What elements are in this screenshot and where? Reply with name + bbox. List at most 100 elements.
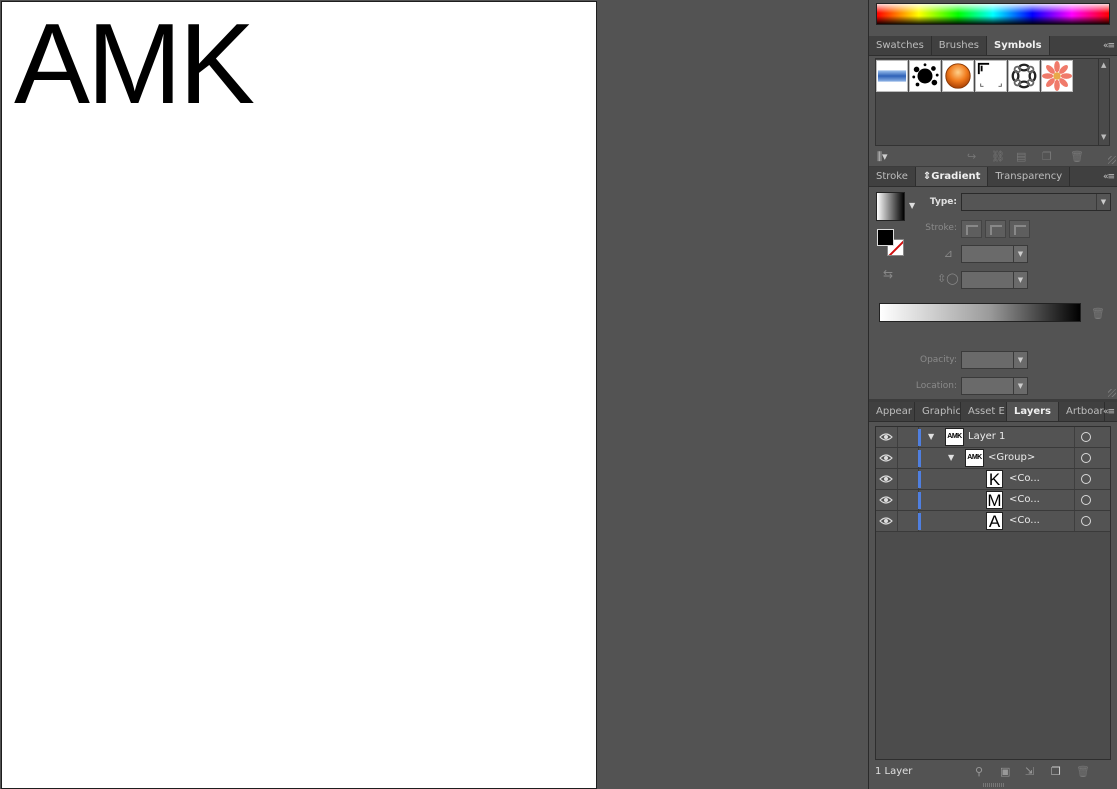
gradient-type-dropdown[interactable]: ▼ — [961, 193, 1111, 211]
layer-name[interactable]: <Group> — [988, 452, 1035, 463]
panel-menu-icon[interactable]: «≡ — [1103, 172, 1115, 182]
lock-toggle[interactable] — [897, 469, 919, 489]
tab-appearance[interactable]: Appear — [869, 402, 915, 421]
place-symbol-instance-icon[interactable]: ↪ — [967, 150, 976, 163]
layer-row-compound-k[interactable]: K <Co... — [876, 469, 1110, 490]
layer-thumbnail: AMK — [965, 449, 984, 467]
tab-stroke[interactable]: Stroke — [869, 167, 916, 186]
tab-swatches[interactable]: Swatches — [869, 36, 932, 55]
layers-footer: 1 Layer ⚲ ▣ ⇲ ❐ 🗑 — [869, 762, 1117, 782]
reverse-gradient-icon[interactable]: ⇆ — [883, 267, 893, 281]
new-layer-icon[interactable]: ❐ — [1051, 765, 1061, 778]
location-field[interactable]: ▼ — [961, 377, 1028, 395]
break-link-icon[interactable]: ⛓ — [991, 150, 1005, 163]
eye-icon[interactable] — [879, 453, 893, 463]
tab-artboards[interactable]: Artboar — [1059, 402, 1105, 421]
create-sublayer-icon[interactable]: ⇲ — [1025, 765, 1034, 778]
pasteboard[interactable] — [598, 0, 868, 789]
symbol-pink-flower[interactable] — [1041, 60, 1073, 92]
lock-toggle[interactable] — [897, 448, 919, 468]
lock-toggle[interactable] — [897, 511, 919, 531]
layer-thumbnail: M — [986, 491, 1003, 509]
color-spectrum-bar[interactable] — [876, 3, 1110, 25]
symbol-chain-ring[interactable] — [1008, 60, 1040, 92]
tab-gradient-label: Gradient — [931, 171, 981, 182]
panel-menu-icon[interactable]: «≡ — [1103, 41, 1115, 51]
panel-menu-icon[interactable]: «≡ — [1103, 407, 1115, 417]
gradient-thumbnail[interactable] — [876, 192, 905, 221]
stroke-apply-along-button[interactable] — [985, 220, 1006, 238]
layer-name[interactable]: <Co... — [1009, 494, 1040, 505]
resize-grip-icon[interactable] — [1108, 389, 1116, 397]
angle-icon: ⊿ — [943, 247, 953, 260]
target-circle-icon[interactable] — [1081, 453, 1091, 463]
eye-icon[interactable] — [879, 495, 893, 505]
eye-icon[interactable] — [879, 432, 893, 442]
tab-brushes[interactable]: Brushes — [932, 36, 988, 55]
layer-color-indicator — [918, 513, 921, 530]
gradient-slider[interactable] — [879, 303, 1081, 322]
symbols-scrollbar[interactable]: ▲ ▼ — [1098, 59, 1109, 145]
tab-asset-export[interactable]: Asset E — [961, 402, 1007, 421]
symbol-blue-banner[interactable] — [876, 60, 908, 92]
expand-triangle-icon[interactable]: ▼ — [928, 432, 934, 441]
opacity-field[interactable]: ▼ — [961, 351, 1028, 369]
panel-resize-handle[interactable] — [983, 783, 1005, 787]
scroll-down-arrow-icon[interactable]: ▼ — [1101, 133, 1106, 141]
symbol-orange-button[interactable] — [942, 60, 974, 92]
locate-object-icon[interactable]: ⚲ — [975, 765, 983, 778]
aspect-ratio-field[interactable]: ▼ — [961, 271, 1028, 289]
tab-graphic-styles[interactable]: Graphic — [915, 402, 961, 421]
resize-grip-icon[interactable] — [1108, 156, 1116, 164]
new-symbol-icon[interactable]: ❐ — [1042, 150, 1052, 163]
aspect-ratio-icon: ⇳◯ — [937, 272, 959, 285]
symbol-libraries-menu-icon[interactable]: ⫼▾ — [877, 150, 888, 164]
layer-row-compound-a[interactable]: A <Co... — [876, 511, 1110, 532]
lock-toggle[interactable] — [897, 490, 919, 510]
layer-name[interactable]: <Co... — [1009, 473, 1040, 484]
expand-triangle-icon[interactable]: ▼ — [948, 453, 954, 462]
target-column-divider — [1074, 511, 1075, 531]
tab-symbols[interactable]: Symbols — [987, 36, 1050, 55]
location-label: Location: — [915, 381, 957, 391]
delete-layer-icon[interactable]: 🗑 — [1076, 765, 1090, 778]
layer-name[interactable]: <Co... — [1009, 515, 1040, 526]
layer-count: 1 Layer — [875, 766, 913, 777]
tab-transparency[interactable]: Transparency — [988, 167, 1071, 186]
layer-row-compound-m[interactable]: M <Co... — [876, 490, 1110, 511]
stroke-apply-within-button[interactable] — [961, 220, 982, 238]
artboard-text-amk[interactable]: AMK — [14, 8, 255, 122]
target-circle-icon[interactable] — [1081, 495, 1091, 505]
tab-arrows-icon: ⇕ — [922, 171, 932, 182]
target-circle-icon[interactable] — [1081, 516, 1091, 526]
gradient-presets-arrow-icon[interactable]: ▼ — [909, 201, 915, 210]
delete-symbol-icon[interactable]: 🗑 — [1070, 150, 1084, 163]
tab-gradient[interactable]: ⇕Gradient — [915, 167, 989, 186]
eye-icon[interactable] — [879, 474, 893, 484]
scroll-up-arrow-icon[interactable]: ▲ — [1101, 61, 1106, 69]
stroke-apply-across-button[interactable] — [1009, 220, 1030, 238]
target-circle-icon[interactable] — [1081, 432, 1091, 442]
delete-stop-icon[interactable]: 🗑 — [1091, 307, 1105, 320]
target-column-divider — [1074, 427, 1075, 447]
make-clipping-mask-icon[interactable]: ▣ — [1000, 765, 1010, 778]
lock-toggle[interactable] — [897, 427, 919, 447]
tab-layers[interactable]: Layers — [1007, 402, 1059, 421]
angle-field[interactable]: ▼ — [961, 245, 1028, 263]
layers-list: ▼ AMK Layer 1 ▼ AMK <Group> K <Co... M <… — [875, 426, 1111, 760]
symbol-ink-splatter[interactable] — [909, 60, 941, 92]
symbol-options-icon[interactable]: ▤ — [1016, 150, 1026, 163]
gradient-panel-tabbar: Stroke ⇕Gradient Transparency «≡ — [869, 167, 1117, 187]
layer-name[interactable]: Layer 1 — [968, 431, 1005, 442]
symbol-corner-marks[interactable] — [975, 60, 1007, 92]
chevron-down-icon: ▼ — [1013, 246, 1027, 262]
fill-swatch[interactable] — [877, 229, 894, 246]
layers-panel: Appear Graphic Asset E Layers Artboar «≡… — [869, 402, 1117, 789]
layer-row-group[interactable]: ▼ AMK <Group> — [876, 448, 1110, 469]
opacity-label: Opacity: — [920, 355, 957, 365]
eye-icon[interactable] — [879, 516, 893, 526]
layer-row-layer-1[interactable]: ▼ AMK Layer 1 — [876, 427, 1110, 448]
chevron-down-icon: ▼ — [1013, 352, 1027, 368]
artboard[interactable]: AMK — [1, 1, 597, 789]
target-circle-icon[interactable] — [1081, 474, 1091, 484]
